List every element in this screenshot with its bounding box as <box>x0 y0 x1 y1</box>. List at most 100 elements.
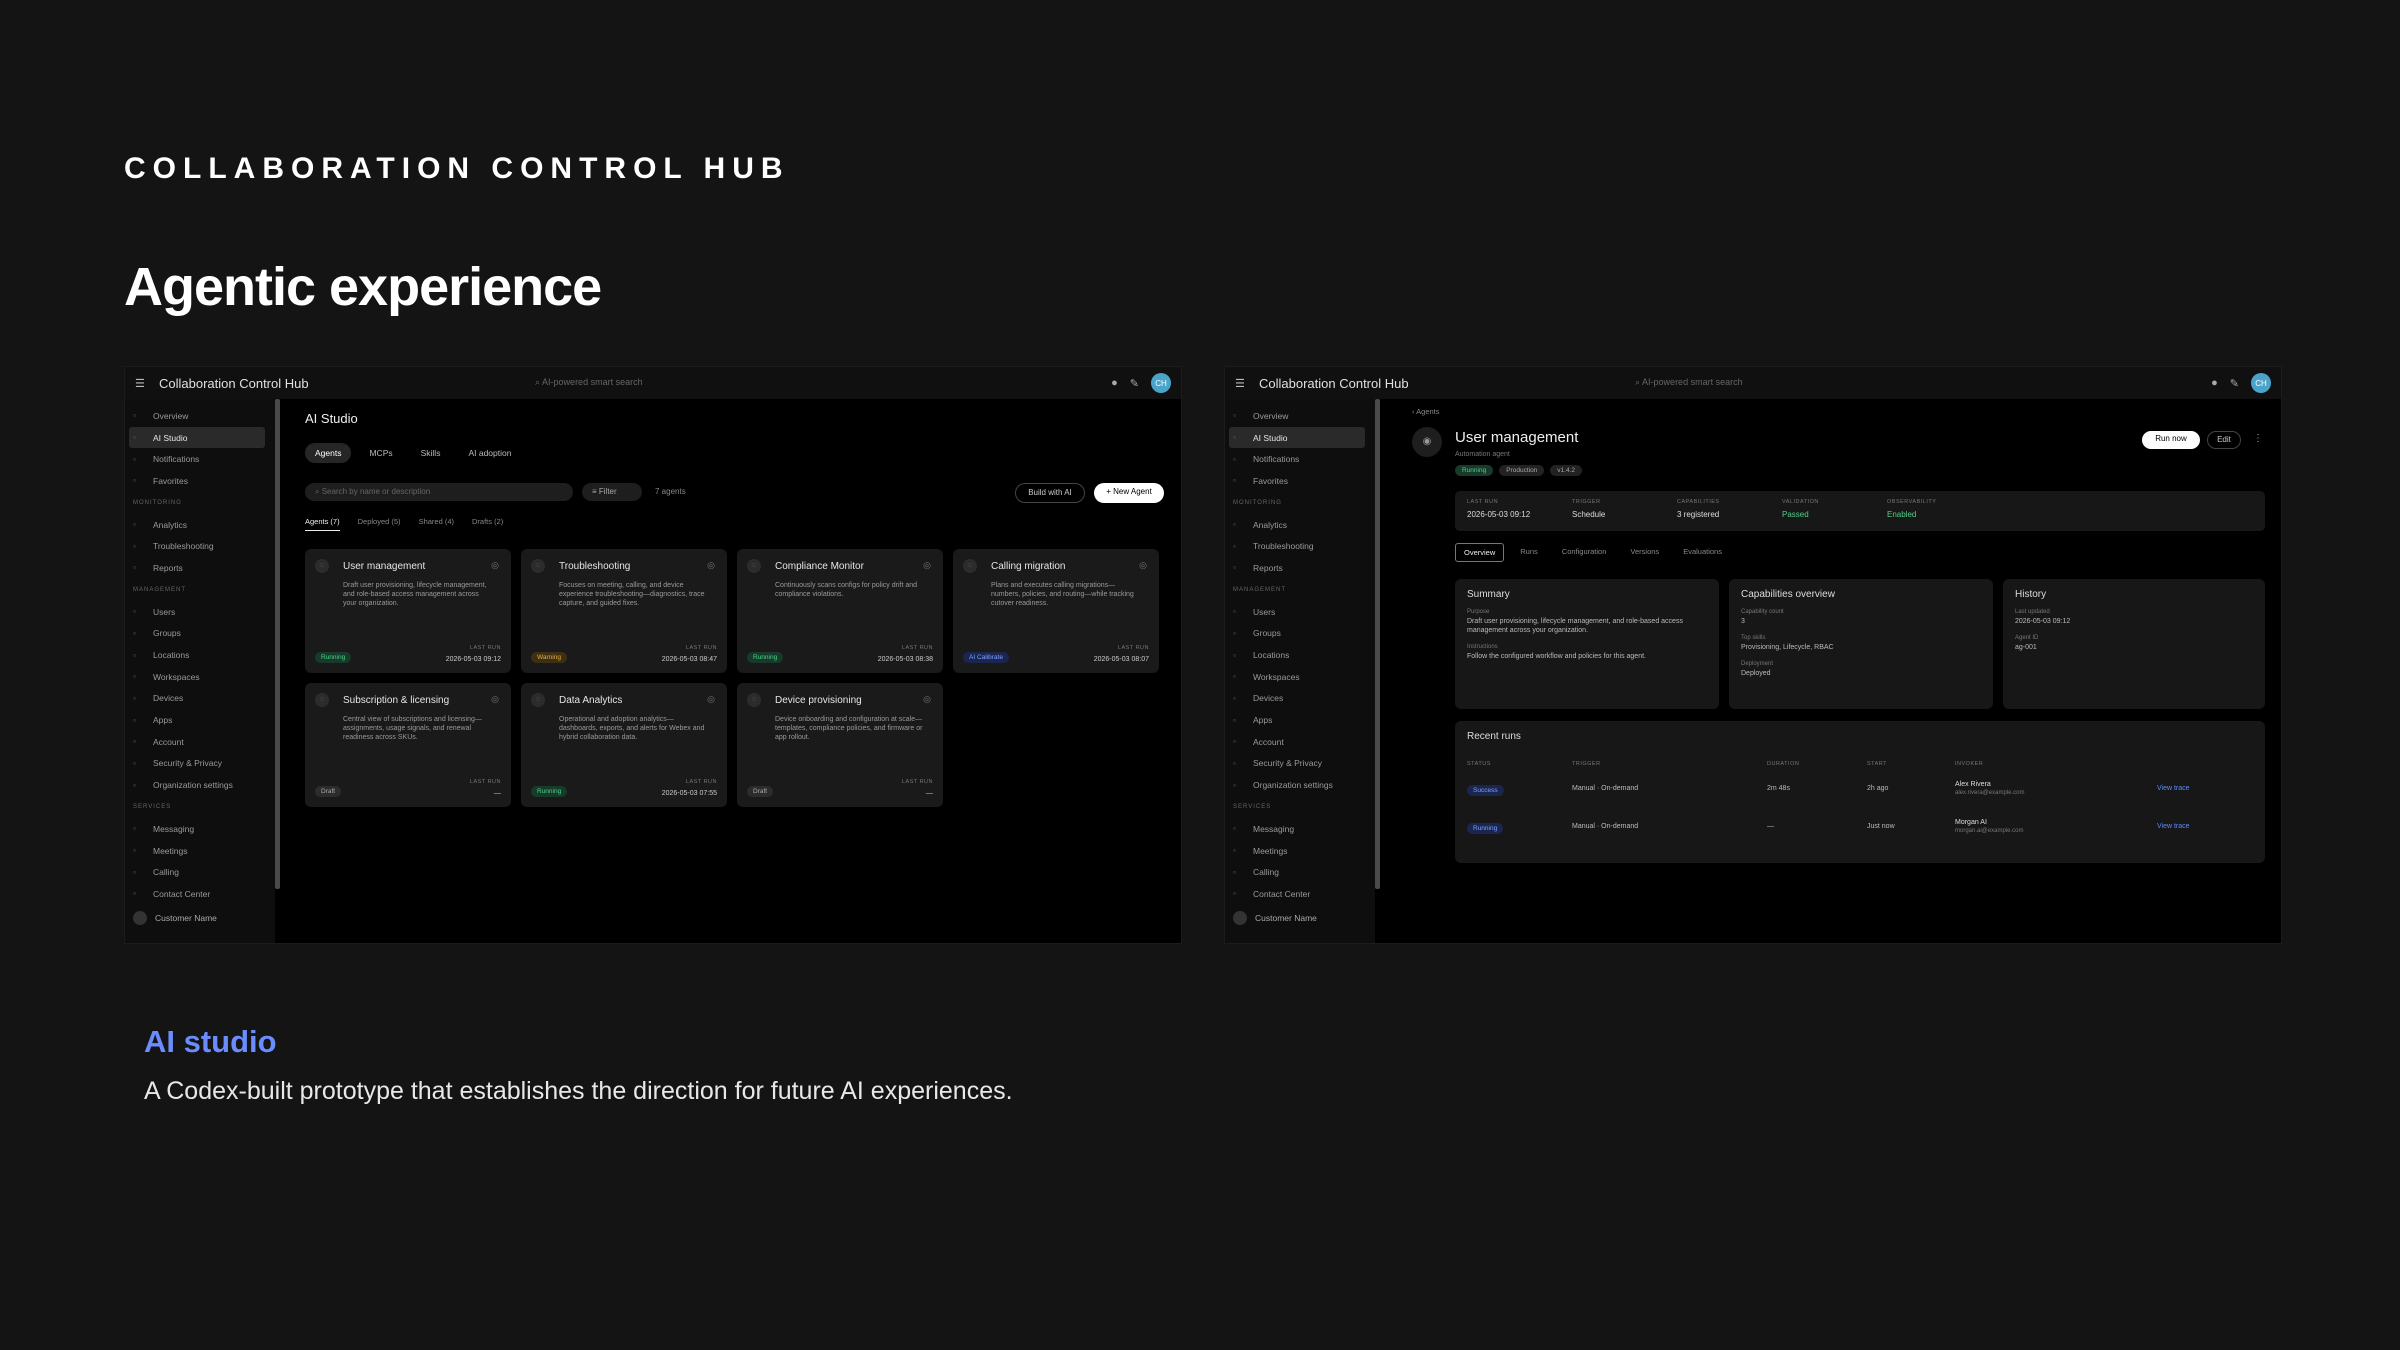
scrollbar[interactable] <box>1375 399 1380 889</box>
card-menu-icon[interactable]: ◎ <box>923 560 931 571</box>
build-with-ai-button[interactable]: Build with AI <box>1015 483 1085 503</box>
sidebar-item[interactable]: ▫ Favorites <box>1225 470 1375 492</box>
sidebar-item[interactable]: ▫ Groups <box>1225 623 1375 645</box>
tab-mcps[interactable]: MCPs <box>359 443 402 463</box>
sidebar-item[interactable]: ▫ Notifications <box>125 448 275 470</box>
agent-search-input[interactable]: ⌕ Search by name or description <box>305 483 573 501</box>
breadcrumb[interactable]: ‹ Agents <box>1412 407 1440 416</box>
sidebar-item[interactable]: ▫ Account <box>125 731 275 753</box>
sidebar-item[interactable]: ▫ Locations <box>1225 644 1375 666</box>
sidebar-item[interactable]: ▫ Users <box>1225 601 1375 623</box>
sidebar-item[interactable]: ▫ Account <box>1225 731 1375 753</box>
tab-configuration[interactable]: Configuration <box>1554 543 1615 562</box>
agent-card[interactable]: ◌ Subscription & licensing ◎ Central view o… <box>305 683 511 807</box>
sidebar-item[interactable]: ▫ Overview <box>1225 405 1375 427</box>
agent-card[interactable]: ◌ Calling migration ◎ Plans and executes ca… <box>953 549 1159 673</box>
sidebar-section-label: SERVICES <box>133 804 172 810</box>
view-trace-link[interactable]: View trace <box>2157 785 2190 792</box>
smart-search-input[interactable]: ⌕ AI-powered smart search <box>535 377 643 388</box>
sidebar-item[interactable]: ▫ Notifications <box>1225 448 1375 470</box>
sidebar-item[interactable]: ▫ Messaging <box>125 818 275 840</box>
sidebar-item[interactable]: ▫ AI Studio <box>129 426 265 449</box>
edit-button[interactable]: Edit <box>2207 431 2241 449</box>
nav-icon: ▫ <box>133 672 136 682</box>
sidebar-item[interactable]: ▫ AI Studio <box>1229 426 1365 449</box>
sidebar-item-label: AI Studio <box>1253 432 1288 443</box>
table-row[interactable]: Success Manual · On-demand 2m 48s 2h ago… <box>1467 781 2253 813</box>
sidebar-item[interactable]: ▫ Messaging <box>1225 818 1375 840</box>
sidebar-item[interactable]: ▫ Locations <box>125 644 275 666</box>
agent-card[interactable]: ◌ Device provisioning ◎ Device onboarding a… <box>737 683 943 807</box>
tab-ai-adoption[interactable]: AI adoption <box>458 443 521 463</box>
profile-menu[interactable]: Customer Name <box>125 905 275 931</box>
card-menu-icon[interactable]: ◎ <box>707 560 715 571</box>
sidebar-item[interactable]: ▫ Apps <box>125 709 275 731</box>
tab-versions[interactable]: Versions <box>1622 543 1667 562</box>
sidebar-item[interactable]: ▫ Organization settings <box>125 774 275 796</box>
nav-icon: ▫ <box>133 607 136 617</box>
sidebar-item[interactable]: ▫ Organization settings <box>1225 774 1375 796</box>
sidebar-item[interactable]: ▫ Apps <box>1225 709 1375 731</box>
help-icon[interactable]: ● <box>2211 377 2218 389</box>
sidebar-item[interactable]: ▫ Devices <box>1225 688 1375 710</box>
sidebar-item[interactable]: ▫ Troubleshooting <box>125 535 275 557</box>
sidebar-item[interactable]: ▫ Reports <box>125 557 275 579</box>
profile-menu[interactable]: Customer Name <box>1225 905 1375 931</box>
ai-assistant-icon[interactable]: ✎ <box>2230 377 2239 390</box>
table-row[interactable]: Running Manual · On-demand — Just now Mo… <box>1467 819 2253 851</box>
run-now-button[interactable]: Run now <box>2142 431 2200 449</box>
ai-assistant-icon[interactable]: ✎ <box>1130 377 1139 390</box>
agent-card[interactable]: ◌ Data Analytics ◎ Operational and adoption… <box>521 683 727 807</box>
subtab-agents[interactable]: Agents (7) <box>305 517 340 531</box>
subtab-drafts[interactable]: Drafts (2) <box>472 517 503 531</box>
sidebar-item[interactable]: ▫ Favorites <box>125 470 275 492</box>
card-menu-icon[interactable]: ◎ <box>923 694 931 705</box>
sidebar-item[interactable]: ▫ Groups <box>125 623 275 645</box>
sidebar-item[interactable]: ▫ Workspaces <box>125 666 275 688</box>
smart-search-input[interactable]: ⌕ AI-powered smart search <box>1635 377 1743 388</box>
card-menu-icon[interactable]: ◎ <box>707 694 715 705</box>
sidebar-item[interactable]: ▫ Devices <box>125 688 275 710</box>
menu-icon[interactable]: ☰ <box>1235 377 1247 390</box>
sidebar-item[interactable]: ▫ Reports <box>1225 557 1375 579</box>
sidebar-item[interactable]: ▫ Overview <box>125 405 275 427</box>
tab-agents[interactable]: Agents <box>305 443 352 463</box>
tab-runs[interactable]: Runs <box>1512 543 1546 562</box>
sidebar-item[interactable]: ▫ Security & Privacy <box>125 753 275 775</box>
subtab-deployed[interactable]: Deployed (5) <box>358 517 401 531</box>
filter-button[interactable]: ≡ Filter <box>582 483 642 501</box>
avatar[interactable]: CH <box>2251 373 2271 393</box>
sidebar-item[interactable]: ▫ Users <box>125 601 275 623</box>
menu-icon[interactable]: ☰ <box>135 377 147 390</box>
sidebar-item[interactable]: ▫ Workspaces <box>1225 666 1375 688</box>
new-agent-button[interactable]: + New Agent <box>1094 483 1164 503</box>
help-icon[interactable]: ● <box>1111 377 1118 389</box>
agent-description: Central view of subscriptions and licens… <box>343 716 482 741</box>
tab-evaluations[interactable]: Evaluations <box>1675 543 1730 562</box>
card-menu-icon[interactable]: ◎ <box>491 694 499 705</box>
card-menu-icon[interactable]: ◎ <box>1139 560 1147 571</box>
sidebar-item-label: Groups <box>1253 628 1281 639</box>
nav-icon: ▫ <box>133 758 136 768</box>
sidebar-item[interactable]: ▫ Contact Center <box>1225 883 1375 905</box>
view-trace-link[interactable]: View trace <box>2157 823 2190 830</box>
sidebar-item[interactable]: ▫ Analytics <box>1225 514 1375 536</box>
tab-skills[interactable]: Skills <box>411 443 451 463</box>
sidebar-item[interactable]: ▫ Analytics <box>125 514 275 536</box>
agent-card[interactable]: ◌ Compliance Monitor ◎ Continuously scans c… <box>737 549 943 673</box>
tab-overview[interactable]: Overview <box>1455 543 1505 562</box>
sidebar-item[interactable]: ▫ Calling <box>1225 861 1375 883</box>
sidebar-item[interactable]: ▫ Contact Center <box>125 883 275 905</box>
sidebar-item[interactable]: ▫ Troubleshooting <box>1225 535 1375 557</box>
sidebar-item[interactable]: ▫ Meetings <box>1225 840 1375 862</box>
sidebar-item[interactable]: ▫ Meetings <box>125 840 275 862</box>
subtab-shared[interactable]: Shared (4) <box>419 517 454 531</box>
avatar[interactable]: CH <box>1151 373 1171 393</box>
agent-card[interactable]: ◌ User management ◎ Draft user provisioning… <box>305 549 511 673</box>
sidebar-item[interactable]: ▫ Security & Privacy <box>1225 753 1375 775</box>
agent-icon: ◌ <box>315 559 329 573</box>
card-menu-icon[interactable]: ◎ <box>491 560 499 571</box>
sidebar-item[interactable]: ▫ Calling <box>125 861 275 883</box>
more-options-icon[interactable]: ⋮ <box>2253 433 2263 444</box>
agent-card[interactable]: ◌ Troubleshooting ◎ Focuses on meeting, cal… <box>521 549 727 673</box>
